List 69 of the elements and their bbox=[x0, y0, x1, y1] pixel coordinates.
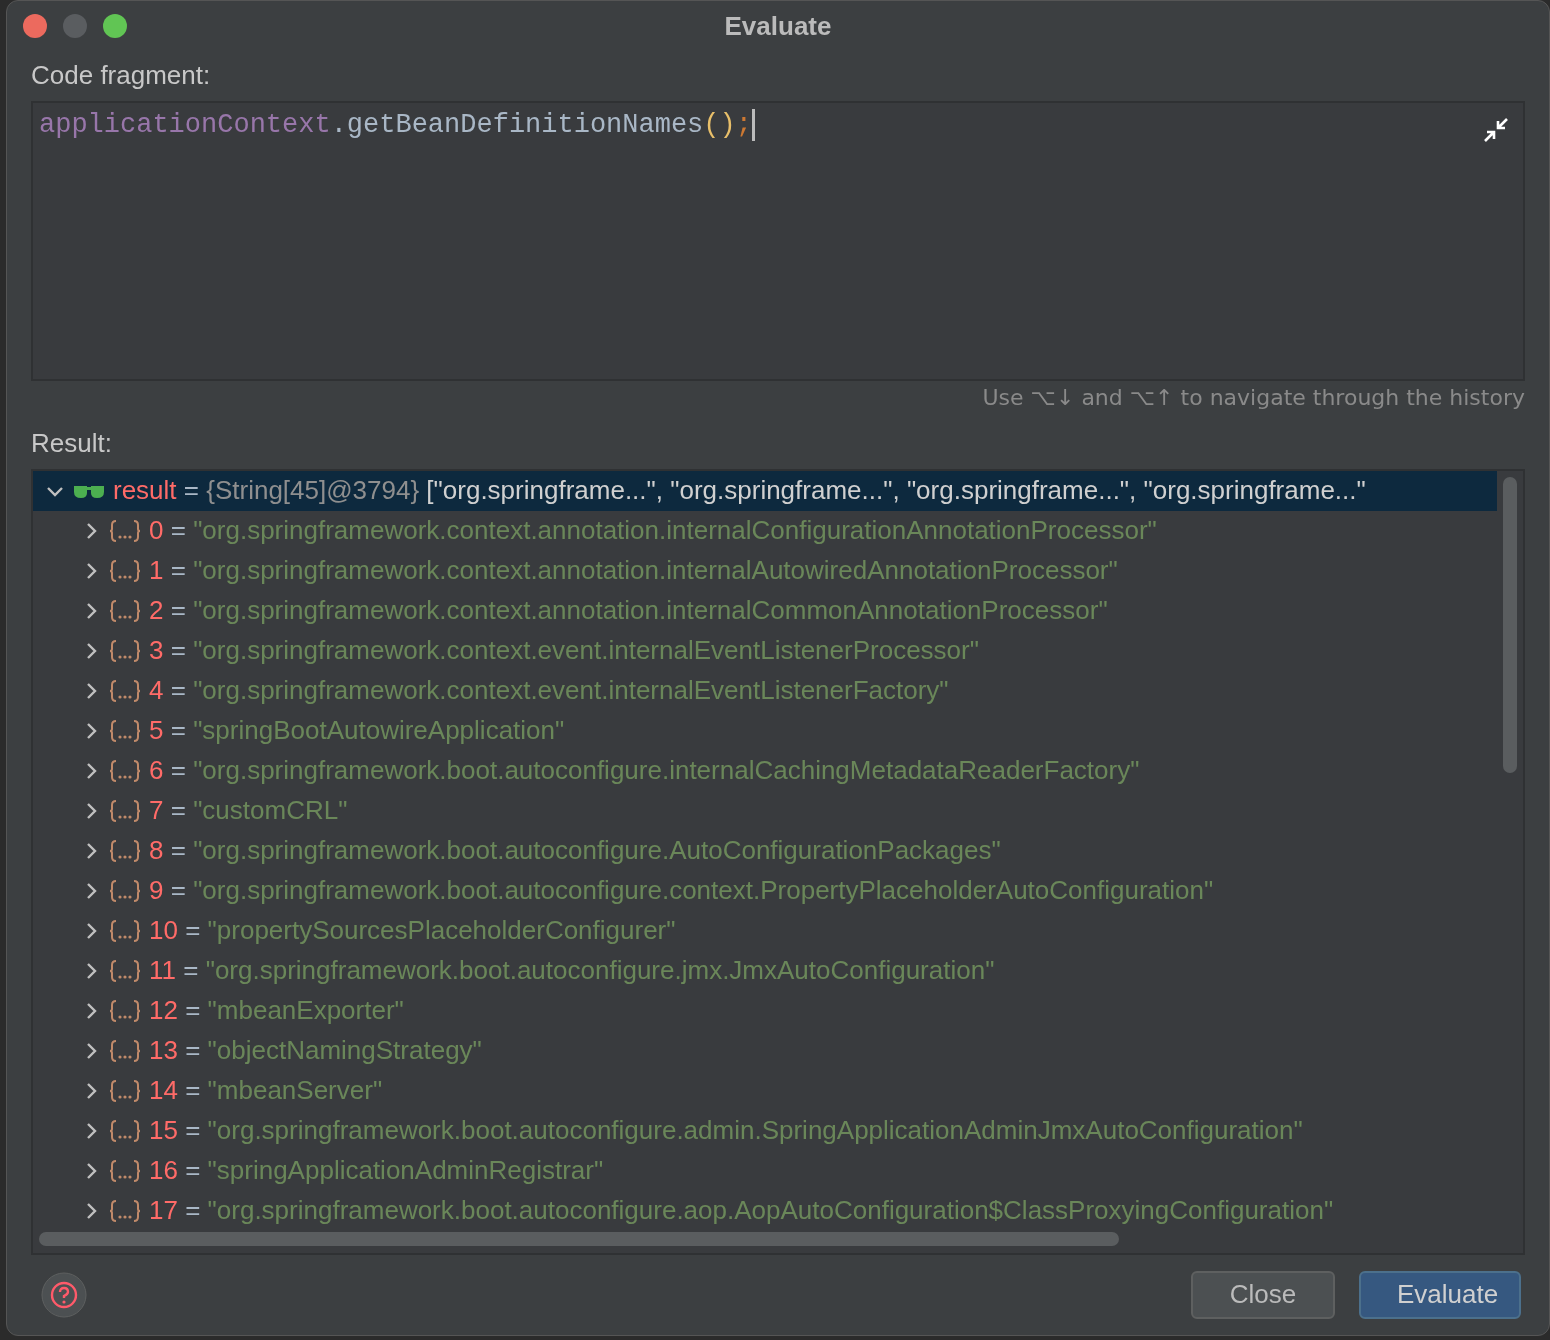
tree-row[interactable]: result = {String[45]@3794} ["org.springframe...", "org.springframe...", "org.springframe...", "org.springframe..." bbox=[33, 470, 1497, 511]
tree-row[interactable]: 15 = "org.springframework.boot.autoconfigure.admin.SpringApplicationAdminJmxAutoConfiguration" bbox=[33, 1110, 1497, 1151]
tree-row[interactable]: 2 = "org.springframework.context.annotation.internalCommonAnnotationProcessor" bbox=[33, 590, 1497, 631]
help-icon[interactable] bbox=[41, 1271, 87, 1318]
close-window-button[interactable] bbox=[23, 14, 47, 39]
tree-row[interactable]: 12 = "mbeanExporter" bbox=[33, 990, 1497, 1031]
braces-icon bbox=[109, 559, 141, 582]
code-field[interactable]: applicationContext.getBeanDefinitionNames(); bbox=[31, 100, 1525, 381]
braces-icon bbox=[109, 1119, 141, 1142]
variable-text: 14 = "mbeanServer" bbox=[149, 1075, 383, 1107]
tree-row[interactable]: 8 = "org.springframework.boot.autoconfigure.AutoConfigurationPackages" bbox=[33, 830, 1497, 871]
code-fragment-label: Code fragment: bbox=[31, 59, 211, 91]
variable-text: 7 = "customCRL" bbox=[149, 795, 348, 827]
tree-row[interactable]: 6 = "org.springframework.boot.autoconfigure.internalCachingMetadataReaderFactory" bbox=[33, 750, 1497, 791]
braces-icon bbox=[109, 1199, 141, 1222]
close-button[interactable]: Close bbox=[1191, 1270, 1335, 1319]
variable-text: 2 = "org.springframework.context.annotation.internalCommonAnnotationProcessor" bbox=[149, 595, 1108, 627]
braces-icon bbox=[109, 719, 141, 742]
tree-row[interactable]: 4 = "org.springframework.context.event.internalEventListenerFactory" bbox=[33, 670, 1497, 711]
variable-text: 17 = "org.springframework.boot.autoconfigure.aop.AopAutoConfiguration$ClassProxyingConfiguration" bbox=[149, 1195, 1334, 1225]
tree-row[interactable]: 11 = "org.springframework.boot.autoconfigure.jmx.JmxAutoConfiguration" bbox=[33, 950, 1497, 991]
variable-text: 10 = "propertySourcesPlaceholderConfigurer" bbox=[149, 915, 676, 947]
tree-row[interactable]: 5 = "springBootAutowireApplication" bbox=[33, 710, 1497, 751]
variable-text: 12 = "mbeanExporter" bbox=[149, 995, 404, 1027]
tree-row[interactable]: 7 = "customCRL" bbox=[33, 790, 1497, 831]
braces-icon bbox=[109, 759, 141, 782]
tree-row[interactable]: 0 = "org.springframework.context.annotation.internalConfigurationAnnotationProcessor" bbox=[33, 510, 1497, 551]
braces-icon bbox=[109, 639, 141, 662]
variable-text: result = {String[45]@3794} ["org.springframe...", "org.springframe...", "org.springframe...", "org.springframe..." bbox=[113, 475, 1366, 507]
variable-text: 13 = "objectNamingStrategy" bbox=[149, 1035, 482, 1067]
braces-icon bbox=[109, 519, 141, 542]
tree-row[interactable]: 13 = "objectNamingStrategy" bbox=[33, 1030, 1497, 1071]
variable-text: 5 = "springBootAutowireApplication" bbox=[149, 715, 565, 747]
variable-text: 6 = "org.springframework.boot.autoconfigure.internalCachingMetadataReaderFactory" bbox=[149, 755, 1140, 787]
variable-text: 8 = "org.springframework.boot.autoconfigure.AutoConfigurationPackages" bbox=[149, 835, 1001, 867]
history-hint: Use ⌥↓ and ⌥↑ to navigate through the history bbox=[982, 384, 1525, 410]
tree-row[interactable]: 16 = "springApplicationAdminRegistrar" bbox=[33, 1150, 1497, 1191]
variable-text: 9 = "org.springframework.boot.autoconfigure.context.PropertyPlaceholderAutoConfiguration" bbox=[149, 875, 1214, 907]
variable-text: 0 = "org.springframework.context.annotation.internalConfigurationAnnotationProcessor" bbox=[149, 515, 1157, 547]
vertical-scrollbar[interactable] bbox=[1503, 476, 1517, 773]
result-label: Result: bbox=[31, 427, 112, 459]
braces-icon bbox=[109, 679, 141, 702]
braces-icon bbox=[109, 1079, 141, 1102]
variable-text: 1 = "org.springframework.context.annotation.internalAutowiredAnnotationProcessor" bbox=[149, 555, 1118, 587]
braces-icon bbox=[109, 959, 141, 982]
window-title: Evaluate bbox=[724, 10, 832, 41]
braces-icon bbox=[109, 1039, 141, 1062]
tree-row[interactable]: 3 = "org.springframework.context.event.internalEventListenerProcessor" bbox=[33, 630, 1497, 671]
variable-text: 4 = "org.springframework.context.event.internalEventListenerFactory" bbox=[149, 675, 949, 707]
variable-text: 16 = "springApplicationAdminRegistrar" bbox=[149, 1155, 604, 1187]
evaluate-button[interactable]: Evaluate bbox=[1359, 1270, 1521, 1319]
braces-icon bbox=[109, 799, 141, 822]
braces-icon bbox=[109, 999, 141, 1022]
tree-row[interactable]: 10 = "propertySourcesPlaceholderConfigurer" bbox=[33, 910, 1497, 951]
braces-icon bbox=[109, 839, 141, 862]
braces-icon bbox=[109, 919, 141, 942]
variable-text: 3 = "org.springframework.context.event.internalEventListenerProcessor" bbox=[149, 635, 979, 667]
tree-row[interactable]: 1 = "org.springframework.context.annotation.internalAutowiredAnnotationProcessor" bbox=[33, 550, 1497, 591]
braces-icon bbox=[109, 879, 141, 902]
collapse-icon[interactable] bbox=[1483, 116, 1509, 143]
tree-row[interactable]: 9 = "org.springframework.boot.autoconfigure.context.PropertyPlaceholderAutoConfiguration" bbox=[33, 870, 1497, 911]
variable-text: 15 = "org.springframework.boot.autoconfigure.admin.SpringApplicationAdminJmxAutoConfiguration" bbox=[149, 1115, 1303, 1147]
braces-icon bbox=[109, 599, 141, 622]
zoom-window-button[interactable] bbox=[103, 14, 127, 39]
tree-row[interactable]: 17 = "org.springframework.boot.autoconfigure.aop.AopAutoConfiguration$ClassProxyingConfiguration" bbox=[33, 1190, 1497, 1225]
tree-row[interactable]: 14 = "mbeanServer" bbox=[33, 1070, 1497, 1111]
horizontal-scrollbar[interactable] bbox=[39, 1231, 1119, 1246]
braces-icon bbox=[109, 1159, 141, 1182]
variable-text: 11 = "org.springframework.boot.autoconfigure.jmx.JmxAutoConfiguration" bbox=[149, 955, 995, 987]
